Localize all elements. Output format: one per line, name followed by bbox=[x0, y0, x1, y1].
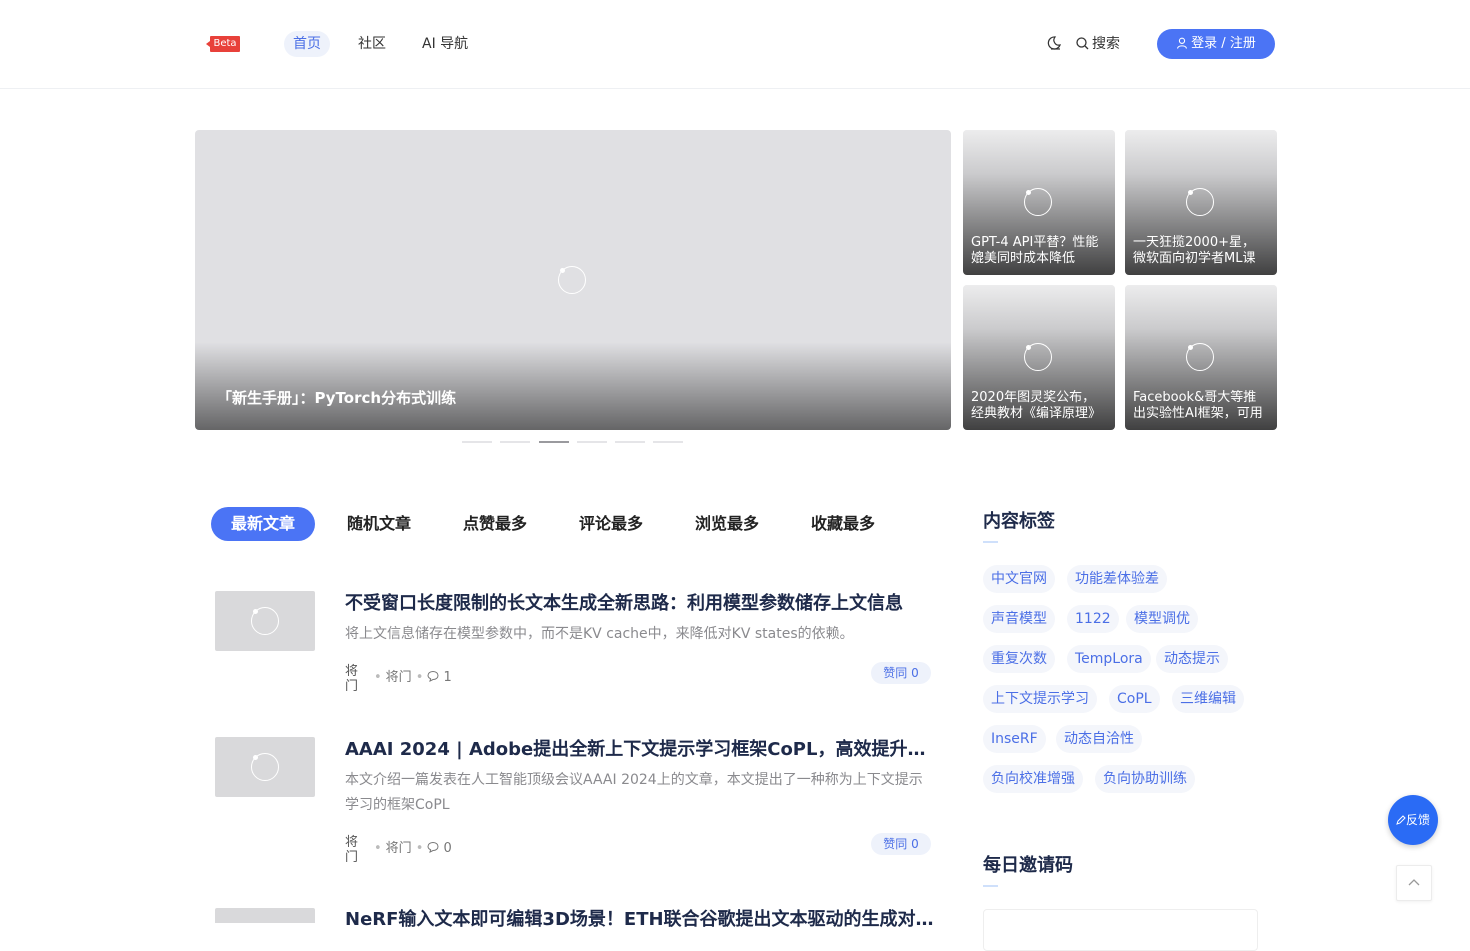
login-label: 登录 / 注册 bbox=[1191, 36, 1256, 51]
article-title[interactable]: 不受窗口长度限制的长文本生成全新思路：利用模型参数储存上文信息 bbox=[345, 589, 935, 615]
section-underline bbox=[983, 541, 998, 543]
article-title[interactable]: NeRF输入文本即可编辑3D场景！ETH联合谷歌提出文本驱动的生成对抗网络 bbox=[345, 905, 935, 931]
author-name[interactable]: 将门 bbox=[386, 841, 412, 856]
loading-spinner-icon bbox=[251, 753, 279, 781]
tab-most-commented[interactable]: 评论最多 bbox=[559, 507, 663, 541]
loading-spinner-icon bbox=[558, 266, 586, 294]
tag-chip[interactable]: InseRF bbox=[983, 725, 1046, 753]
tab-latest[interactable]: 最新文章 bbox=[211, 507, 316, 541]
article-meta: • 将门 • 1 bbox=[374, 670, 452, 685]
comment-icon bbox=[427, 841, 439, 856]
card-title: 一天狂揽2000+星，微软面向初学者ML课程 bbox=[1133, 235, 1256, 266]
login-register-button[interactable]: 登录 / 注册 bbox=[1157, 29, 1275, 59]
featured-card[interactable]: Facebook&哥大等推出实验性AI框架，可用于 bbox=[1125, 285, 1277, 430]
search-icon bbox=[1076, 36, 1092, 52]
tag-chip[interactable]: 模型调优 bbox=[1126, 605, 1198, 633]
featured-card[interactable]: GPT-4 API平替？性能媲美同时成本降低98% bbox=[963, 130, 1115, 275]
nav-ai-navigation[interactable]: AI 导航 bbox=[413, 31, 477, 57]
featured-card[interactable]: 一天狂揽2000+星，微软面向初学者ML课程 bbox=[1125, 130, 1277, 275]
avatar[interactable]: 将门 bbox=[345, 664, 365, 694]
tab-random[interactable]: 随机文章 bbox=[327, 507, 431, 541]
tag-chip[interactable]: 动态自洽性 bbox=[1056, 725, 1142, 753]
tag-chip[interactable]: 负向校准增强 bbox=[983, 765, 1083, 793]
top-header: Beta 首页 社区 AI 导航 搜索 登录 / 注册 bbox=[0, 0, 1470, 89]
tag-chip[interactable]: 重复次数 bbox=[983, 645, 1055, 673]
tab-most-favorited[interactable]: 收藏最多 bbox=[791, 507, 895, 541]
tag-chip[interactable]: 声音模型 bbox=[983, 605, 1055, 633]
article-thumbnail[interactable] bbox=[215, 591, 315, 651]
article-thumbnail[interactable] bbox=[215, 737, 315, 797]
tags-section-title: 内容标签 bbox=[983, 511, 1055, 532]
featured-card[interactable]: 2020年图灵奖公布，经典教材《编译原理》 bbox=[963, 285, 1115, 430]
tag-chip[interactable]: 功能差体验差 bbox=[1067, 565, 1167, 593]
comment-icon bbox=[427, 670, 439, 685]
slide-title: 「新生手册」：PyTorch分布式训练 bbox=[217, 389, 457, 407]
carousel-dot[interactable] bbox=[577, 441, 607, 443]
tag-chip[interactable]: 三维编辑 bbox=[1172, 685, 1244, 713]
card-title: GPT-4 API平替？性能媲美同时成本降低98% bbox=[971, 235, 1099, 266]
loading-spinner-icon bbox=[1024, 343, 1052, 371]
feedback-button[interactable]: 反馈 bbox=[1388, 795, 1438, 845]
nav-community[interactable]: 社区 bbox=[349, 31, 395, 57]
carousel-dot[interactable] bbox=[462, 441, 492, 443]
tag-chip[interactable]: 上下文提示学习 bbox=[983, 685, 1097, 713]
author-name[interactable]: 将门 bbox=[386, 670, 412, 685]
article-description: 将上文信息储存在模型参数中，而不是KV cache中，来降低对KV states… bbox=[345, 626, 854, 642]
tab-most-viewed[interactable]: 浏览最多 bbox=[675, 507, 779, 541]
card-title: 2020年图灵奖公布，经典教材《编译原理》 bbox=[971, 390, 1102, 421]
back-to-top-button[interactable] bbox=[1396, 865, 1432, 901]
moon-icon[interactable] bbox=[1046, 35, 1062, 51]
tag-chip[interactable]: TempLora bbox=[1067, 645, 1151, 673]
card-title: Facebook&哥大等推出实验性AI框架，可用于 bbox=[1133, 390, 1263, 421]
article-description: 本文介绍一篇发表在人工智能顶级会议AAAI 2024上的文章，本文提出了一种称为… bbox=[345, 772, 923, 813]
comment-count: 1 bbox=[443, 670, 452, 685]
user-icon bbox=[1176, 36, 1191, 51]
search-button[interactable]: 搜索 bbox=[1076, 34, 1120, 54]
carousel-dot[interactable] bbox=[500, 441, 530, 443]
article-title[interactable]: AAAI 2024 | Adobe提出全新上下文提示学习框架CoPL，高效提升下… bbox=[345, 735, 935, 761]
loading-spinner-icon bbox=[1186, 343, 1214, 371]
article-meta: • 将门 • 0 bbox=[374, 841, 452, 856]
comment-count: 0 bbox=[443, 841, 452, 856]
tab-most-liked[interactable]: 点赞最多 bbox=[443, 507, 547, 541]
carousel-dot[interactable] bbox=[615, 441, 645, 443]
carousel-dot-active[interactable] bbox=[539, 441, 569, 443]
tag-chip[interactable]: 1122 bbox=[1067, 605, 1119, 633]
like-button[interactable]: 赞同 0 bbox=[871, 833, 931, 855]
tag-chip[interactable]: CoPL bbox=[1109, 685, 1160, 713]
article-thumbnail[interactable] bbox=[215, 908, 315, 923]
loading-spinner-icon bbox=[1186, 188, 1214, 216]
nav-home[interactable]: 首页 bbox=[284, 31, 330, 57]
loading-spinner-icon bbox=[1024, 188, 1052, 216]
tag-chip[interactable]: 中文官网 bbox=[983, 565, 1055, 593]
carousel-main-slide[interactable]: 「新生手册」：PyTorch分布式训练 bbox=[195, 130, 951, 430]
invite-code-box bbox=[983, 909, 1258, 951]
search-label: 搜索 bbox=[1092, 36, 1120, 52]
like-button[interactable]: 赞同 0 bbox=[871, 662, 931, 684]
tag-chip[interactable]: 负向协助训练 bbox=[1095, 765, 1195, 793]
section-underline bbox=[983, 885, 998, 887]
chevron-up-icon bbox=[1408, 879, 1420, 886]
slide-gradient bbox=[195, 342, 951, 430]
avatar[interactable]: 将门 bbox=[345, 835, 365, 865]
carousel-dot[interactable] bbox=[653, 441, 683, 443]
feedback-label: 反馈 bbox=[1405, 813, 1430, 827]
beta-badge: Beta bbox=[206, 36, 240, 52]
loading-spinner-icon bbox=[251, 607, 279, 635]
tag-chip[interactable]: 动态提示 bbox=[1156, 645, 1228, 673]
edit-icon bbox=[1396, 813, 1406, 827]
invite-section-title: 每日邀请码 bbox=[983, 855, 1073, 876]
